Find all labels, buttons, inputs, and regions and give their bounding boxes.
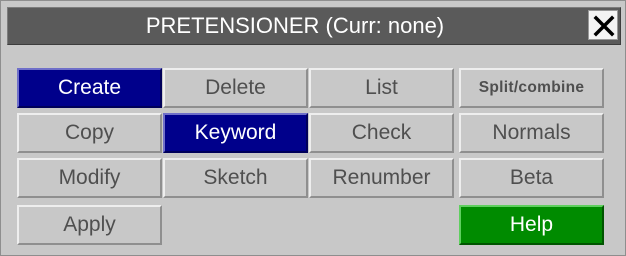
window-title: PRETENSIONER (Curr: none): [145, 13, 445, 38]
close-button[interactable]: [588, 10, 618, 40]
list-button[interactable]: List: [309, 68, 454, 108]
apply-button[interactable]: Apply: [17, 205, 162, 245]
title-bar: PRETENSIONER (Curr: none): [7, 7, 621, 45]
check-button[interactable]: Check: [309, 113, 454, 153]
create-button[interactable]: Create: [17, 68, 162, 108]
close-icon: [593, 15, 615, 37]
copy-button[interactable]: Copy: [17, 113, 162, 153]
sketch-button[interactable]: Sketch: [163, 158, 308, 198]
split-combine-button[interactable]: Split/combine: [459, 68, 604, 108]
delete-button[interactable]: Delete: [163, 68, 308, 108]
help-button[interactable]: Help: [459, 205, 604, 245]
keyword-button[interactable]: Keyword: [163, 113, 308, 153]
renumber-button[interactable]: Renumber: [309, 158, 454, 198]
normals-button[interactable]: Normals: [459, 113, 604, 153]
button-grid: Create Delete List Split/combine Copy Ke…: [13, 68, 617, 252]
beta-button[interactable]: Beta: [459, 158, 604, 198]
pretensioner-panel: PRETENSIONER (Curr: none) Create Delete …: [0, 0, 626, 256]
modify-button[interactable]: Modify: [17, 158, 162, 198]
